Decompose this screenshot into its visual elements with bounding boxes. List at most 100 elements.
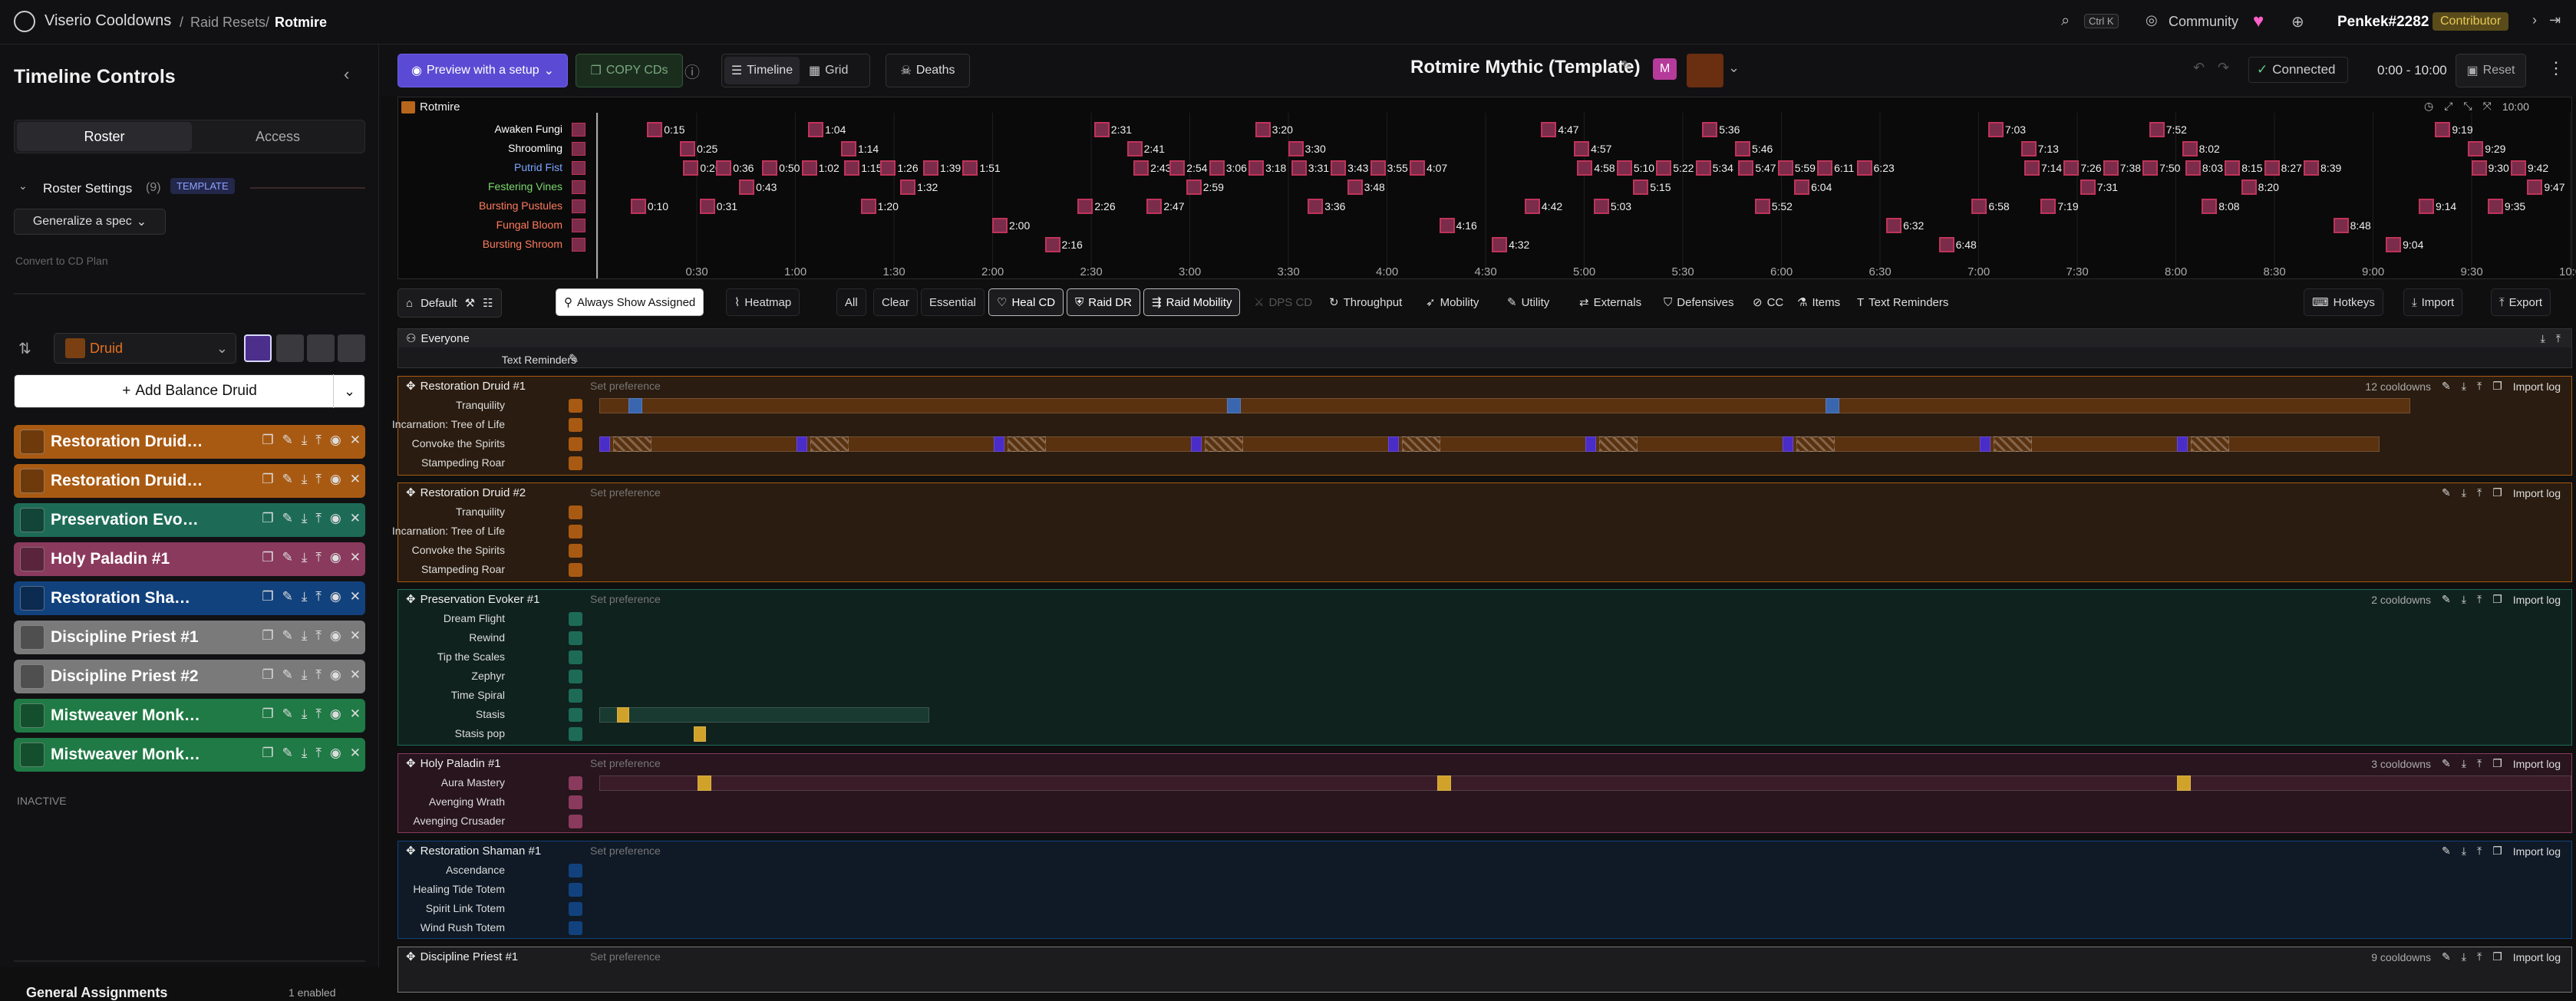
edit-icon[interactable]: ✎ — [2442, 486, 2451, 499]
breadcrumb-raid-resets[interactable]: Raid Resets — [190, 15, 266, 31]
roster-item[interactable]: Holy Paladin #1 ❐ ✎ ⤓ ⤒ ◉ ✕ — [14, 542, 365, 576]
eye-icon[interactable]: ◉ — [330, 472, 341, 487]
remove-icon[interactable]: ✕ — [350, 472, 361, 487]
cooldown-bar[interactable] — [1585, 436, 1596, 452]
boss-select-chevron-icon[interactable]: ⌄ — [1728, 60, 1740, 76]
filter-utility[interactable]: ✎ Utility — [1499, 288, 1557, 316]
import-log-button[interactable]: Import log — [2513, 951, 2561, 963]
edit-icon[interactable]: ✎ — [282, 433, 293, 448]
upload-icon[interactable]: ⤒ — [315, 433, 322, 448]
book-icon[interactable]: ❐ — [2492, 380, 2502, 393]
chevron-down-icon[interactable]: ⌄ — [18, 179, 28, 193]
tab-grid[interactable]: ▦ Grid — [809, 63, 848, 78]
edit-title-icon[interactable]: ✎ — [1621, 58, 1632, 74]
filter-externals[interactable]: ⇄ Externals — [1572, 288, 1649, 316]
eye-icon[interactable]: ◉ — [330, 706, 341, 722]
edit-icon[interactable]: ✎ — [282, 667, 293, 683]
cooldown-bar[interactable] — [599, 775, 2571, 791]
filter-defensives[interactable]: ⛉ Defensives — [1656, 288, 1741, 316]
roster-item[interactable]: Restoration Druid #1 ❐ ✎ ⤓ ⤒ ◉ ✕ — [14, 425, 365, 459]
roster-item-name[interactable]: Mistweaver Monk #2 — [51, 746, 204, 764]
download-icon[interactable]: ⤓ — [2462, 845, 2466, 858]
ability-label[interactable]: Aura Mastery — [441, 776, 505, 789]
edit-icon[interactable]: ✎ — [2442, 950, 2451, 963]
edit-icon[interactable]: ✎ — [282, 511, 293, 526]
filter-dps-cd[interactable]: ⚔ DPS CD — [1246, 288, 1320, 316]
general-assignments-label[interactable]: General Assignments — [26, 985, 167, 1001]
download-icon[interactable]: ⤓ — [2462, 486, 2466, 499]
filter-clear[interactable]: Clear — [873, 288, 918, 316]
remove-icon[interactable]: ✕ — [350, 589, 361, 604]
upload-icon[interactable]: ⤒ — [315, 511, 322, 526]
ability-label[interactable]: Convoke the Spirits — [412, 544, 505, 556]
book-icon[interactable]: ❐ — [262, 667, 273, 683]
eye-icon[interactable]: ◉ — [330, 589, 341, 604]
add-dropdown-icon[interactable]: ⌄ — [333, 374, 365, 408]
book-icon[interactable]: ❐ — [262, 746, 273, 761]
tab-access[interactable]: Access — [192, 122, 364, 151]
drag-icon[interactable]: ✥ — [406, 379, 416, 393]
drag-icon[interactable]: ✥ — [406, 486, 416, 499]
ability-label[interactable]: Tranquility — [456, 399, 505, 411]
ability-label[interactable]: Avenging Crusader — [413, 815, 505, 827]
roster-item[interactable]: Mistweaver Monk #1 ❐ ✎ ⤓ ⤒ ◉ ✕ — [14, 699, 365, 733]
export-button[interactable]: ⤒ Export — [2491, 288, 2551, 316]
upload-icon[interactable]: ⤒ — [315, 550, 322, 565]
ability-label[interactable]: Stampeding Roar — [421, 563, 505, 575]
book-icon[interactable]: ❐ — [2492, 486, 2502, 499]
remove-icon[interactable]: ✕ — [350, 550, 361, 565]
help-icon[interactable]: ⓘ — [684, 60, 700, 82]
upload-icon[interactable]: ⤒ — [2477, 845, 2482, 858]
reset-button[interactable]: ▣ Reset — [2456, 54, 2526, 87]
roster-item-name[interactable]: Restoration Shama... — [51, 589, 204, 608]
filter-all[interactable]: All — [836, 288, 866, 316]
cooldown-bar[interactable] — [628, 398, 642, 413]
cooldown-bar[interactable] — [2177, 775, 2191, 791]
set-preference[interactable]: Set preference — [590, 593, 661, 605]
download-icon[interactable]: ⤓ — [2462, 593, 2466, 606]
edit-icon[interactable]: ✎ — [282, 550, 293, 565]
remove-icon[interactable]: ✕ — [350, 667, 361, 683]
eye-icon[interactable]: ◉ — [330, 667, 341, 683]
filter-raid-dr[interactable]: ⛨ Raid DR — [1067, 288, 1140, 316]
eye-icon[interactable]: ◉ — [330, 746, 341, 761]
ability-label[interactable]: Rewind — [469, 631, 505, 644]
collapse-sidebar-icon[interactable]: ‹ — [344, 64, 349, 84]
roster-item[interactable]: Preservation Evoke... ❐ ✎ ⤓ ⤒ ◉ ✕ — [14, 503, 365, 537]
search-icon[interactable]: ⌕ — [2061, 12, 2070, 30]
cooldown-bar[interactable] — [599, 398, 2410, 413]
download-icon[interactable]: ⤓ — [302, 550, 308, 565]
remove-icon[interactable]: ✕ — [350, 706, 361, 722]
download-icon[interactable]: ⤓ — [302, 706, 308, 722]
set-preference[interactable]: Set preference — [590, 380, 661, 392]
upload-icon[interactable]: ⤒ — [315, 472, 322, 487]
roster-item-name[interactable]: Discipline Priest #1 — [51, 628, 204, 647]
ability-label[interactable]: Avenging Wrath — [429, 795, 505, 808]
edit-icon[interactable]: ✎ — [2442, 593, 2451, 606]
more-options-icon[interactable]: ⋮ — [2548, 58, 2564, 78]
roster-item-name[interactable]: Holy Paladin #1 — [51, 550, 204, 568]
filter-mobility[interactable]: ➶ Mobility — [1418, 288, 1486, 316]
edit-icon[interactable]: ✎ — [2442, 845, 2451, 858]
tab-timeline[interactable]: ☰ Timeline — [724, 57, 800, 84]
eye-icon[interactable]: ◉ — [330, 433, 341, 448]
book-icon[interactable]: ❐ — [2492, 845, 2502, 858]
deaths-button[interactable]: ☠ Deaths — [886, 54, 970, 87]
roster-item[interactable]: Discipline Priest #1 ❐ ✎ ⤓ ⤒ ◉ ✕ — [14, 621, 365, 654]
download-icon[interactable]: ⤓ — [2462, 380, 2466, 393]
filter-heal-cd[interactable]: ♡ Heal CD — [988, 288, 1064, 316]
remove-icon[interactable]: ✕ — [350, 628, 361, 644]
eye-icon[interactable]: ◉ — [330, 550, 341, 565]
cooldown-bar[interactable] — [617, 707, 629, 723]
preview-setup-button[interactable]: ◉ Preview with a setup ⌄ — [397, 54, 568, 87]
filter-cc[interactable]: ⊘ CC — [1745, 288, 1791, 316]
remove-icon[interactable]: ✕ — [350, 746, 361, 761]
book-icon[interactable]: ❐ — [2492, 593, 2502, 606]
download-icon[interactable]: ⤓ — [302, 589, 308, 604]
wand-icon[interactable]: ⚒ — [465, 296, 475, 310]
book-icon[interactable]: ❐ — [262, 550, 273, 565]
import-log-button[interactable]: Import log — [2513, 758, 2561, 770]
book-icon[interactable]: ❐ — [2492, 757, 2502, 770]
generalize-spec-button[interactable]: Generalize a spec ⌄ — [14, 209, 166, 235]
ability-label[interactable]: Zephyr — [471, 670, 505, 682]
